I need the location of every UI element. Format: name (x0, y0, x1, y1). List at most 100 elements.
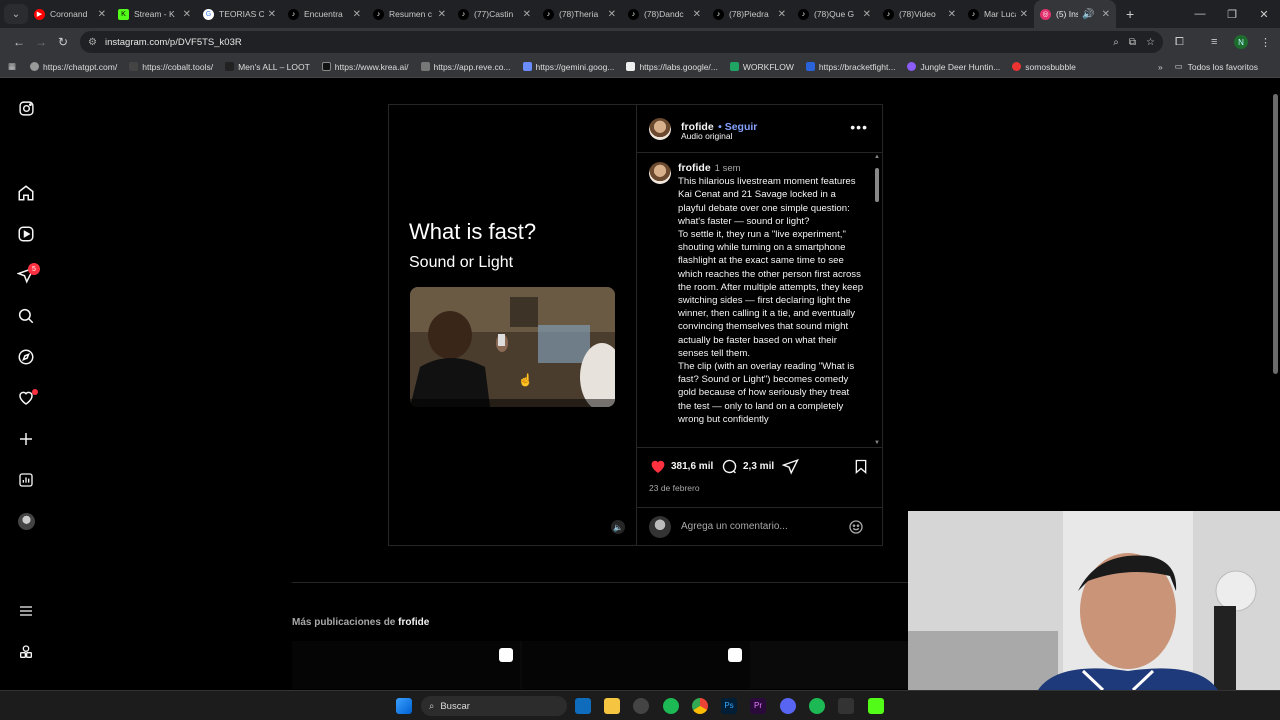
bookmarks-overflow-icon[interactable]: » (1158, 62, 1163, 72)
windows-start-icon[interactable] (396, 698, 412, 714)
page-scrollbar-thumb[interactable] (1273, 94, 1278, 374)
bookmark-item[interactable]: WORKFLOW (729, 62, 794, 72)
caption-username[interactable]: frofide (678, 162, 711, 174)
all-bookmarks-folder[interactable]: ▭ Todos los favoritos (1175, 61, 1258, 72)
post-thumbnail[interactable] (292, 641, 520, 689)
bookmark-item[interactable]: https://gemini.goog... (522, 62, 614, 72)
discord-icon[interactable] (780, 698, 796, 714)
close-tab-icon[interactable]: ✕ (438, 9, 446, 20)
scrollbar-thumb[interactable] (875, 168, 879, 202)
post-media[interactable]: What is fast? Sound or Light ☝ 🔈 (389, 105, 636, 545)
browser-tab[interactable]: ♪ (78)Piedra ✕ (707, 0, 792, 28)
url-input[interactable]: ⚙ instagram.com/p/DVF5TS_k03R ⌕ ⧉ ☆ (80, 31, 1163, 53)
browser-tab[interactable]: ♪Mar Lucas✕ (962, 0, 1034, 28)
post-thumbnail[interactable] (522, 641, 750, 689)
browser-tab[interactable]: ♪ (78)Theria ✕ (537, 0, 622, 28)
caption-scrollbar[interactable]: ▲ ▼ (873, 154, 881, 446)
liked-heart-icon[interactable] (649, 458, 667, 475)
outlook-icon[interactable] (575, 698, 591, 714)
comment-input[interactable]: Agrega un comentario... (681, 521, 788, 532)
browser-tab[interactable]: ♪ (78)Dandc ✕ (622, 0, 707, 28)
close-tab-icon[interactable]: ✕ (948, 9, 956, 20)
file-explorer-icon[interactable] (604, 698, 620, 714)
instagram-logo-icon[interactable] (16, 98, 36, 118)
bookmark-item[interactable]: https://app.reve.co... (420, 62, 511, 72)
back-button[interactable]: ← (8, 35, 30, 49)
create-icon[interactable] (16, 429, 36, 449)
browser-tab[interactable]: ♪ (77)Castin ✕ (452, 0, 537, 28)
audio-icon[interactable]: 🔊 (1082, 9, 1094, 20)
bookmark-item[interactable]: https://bracketfight... (805, 62, 895, 72)
close-tab-icon[interactable]: ✕ (183, 9, 191, 20)
taskbar-search[interactable]: ⌕ Buscar (421, 696, 567, 716)
dashboard-icon[interactable] (16, 470, 36, 490)
browser-tab[interactable]: ♪ (78)Que G ✕ (792, 0, 877, 28)
close-tab-icon[interactable]: ✕ (778, 9, 786, 20)
new-tab-button[interactable]: + (1126, 6, 1134, 22)
comment-count[interactable]: 2,3 mil (743, 461, 774, 472)
browser-tab[interactable]: ♪ (78)Video ✕ (877, 0, 962, 28)
zoom-icon[interactable]: ⌕ (1113, 37, 1119, 48)
audio-label[interactable]: Audio original (681, 131, 733, 141)
close-tab-icon[interactable]: ✕ (608, 9, 616, 20)
site-info-icon[interactable]: ⚙ (88, 37, 97, 48)
scroll-up-icon[interactable]: ▲ (874, 154, 880, 160)
more-options-icon[interactable]: ••• (850, 119, 868, 135)
home-icon[interactable] (16, 183, 36, 203)
minimize-button[interactable]: — (1184, 8, 1216, 20)
close-tab-icon[interactable]: ✕ (353, 9, 361, 20)
profile-avatar-icon[interactable] (16, 511, 36, 531)
like-count[interactable]: 381,6 mil (671, 461, 713, 472)
bookmark-item[interactable]: https://chatgpt.com/ (30, 62, 117, 72)
bookmark-item[interactable]: Jungle Deer Huntin... (907, 62, 1000, 72)
browser-tab[interactable]: K Stream - K ✕ (112, 0, 197, 28)
explore-icon[interactable] (16, 347, 36, 367)
menu-icon[interactable] (16, 601, 36, 621)
cast-icon[interactable]: ⧉ (1129, 37, 1136, 48)
close-tab-icon[interactable]: ✕ (693, 9, 701, 20)
obs-icon[interactable] (633, 698, 649, 714)
browser-tab[interactable]: ▶ Coronand ✕ (28, 0, 112, 28)
bookmark-item[interactable]: https://cobalt.tools/ (129, 62, 213, 72)
bookmark-item[interactable]: Men's ALL – LOOT (225, 62, 310, 72)
browser-tab[interactable]: ♪ Encuentra ✕ (282, 0, 367, 28)
comment-icon[interactable] (721, 458, 738, 475)
apps-grid-icon[interactable]: ▦ (8, 61, 16, 72)
browser-menu-icon[interactable]: ⋮ (1260, 28, 1271, 56)
browser-tab[interactable]: ♪ Resumen c ✕ (367, 0, 452, 28)
maximize-button[interactable]: ❐ (1216, 8, 1248, 21)
close-tab-icon[interactable]: ✕ (1020, 9, 1028, 20)
author-avatar[interactable] (649, 118, 671, 140)
spotify-icon[interactable] (809, 698, 825, 714)
photoshop-icon[interactable]: Ps (721, 698, 737, 714)
caption-avatar[interactable] (649, 162, 671, 184)
extensions-icon[interactable]: ⧠ (1175, 28, 1184, 56)
app-icon[interactable] (838, 698, 854, 714)
profile-avatar[interactable]: N (1234, 35, 1248, 49)
browser-tab[interactable]: G TEORIAS C ✕ (197, 0, 282, 28)
search-icon[interactable] (16, 306, 36, 326)
volume-icon[interactable]: 🔈 (611, 520, 625, 534)
kick-app-icon[interactable] (868, 698, 884, 714)
spotify-icon[interactable] (663, 698, 679, 714)
bookmark-icon[interactable] (853, 458, 869, 475)
close-tab-icon[interactable]: ✕ (98, 9, 106, 20)
bookmark-item[interactable]: somosbubble (1012, 62, 1076, 72)
bookmark-item[interactable]: https://labs.google/... (626, 62, 718, 72)
media-controls-icon[interactable]: ≡ (1211, 28, 1217, 56)
emoji-icon[interactable] (848, 519, 864, 535)
close-tab-icon[interactable]: ✕ (268, 9, 276, 20)
forward-button[interactable]: → (30, 35, 52, 49)
bookmark-item[interactable]: https://www.krea.ai/ (321, 62, 409, 72)
close-tab-icon[interactable]: ✕ (523, 9, 531, 20)
share-icon[interactable] (782, 458, 799, 475)
close-tab-icon[interactable]: ✕ (863, 9, 871, 20)
meta-apps-icon[interactable] (16, 642, 36, 662)
video-frame[interactable] (410, 287, 615, 407)
tab-search-button[interactable]: ⌄ (4, 4, 28, 24)
bookmark-star-icon[interactable]: ☆ (1146, 37, 1155, 48)
reload-button[interactable]: ↻ (52, 35, 74, 49)
browser-tab-active[interactable]: ◎ (5) Ins 🔊 ✕ (1034, 0, 1116, 28)
reels-icon[interactable] (16, 224, 36, 244)
close-window-button[interactable]: ✕ (1248, 8, 1280, 21)
